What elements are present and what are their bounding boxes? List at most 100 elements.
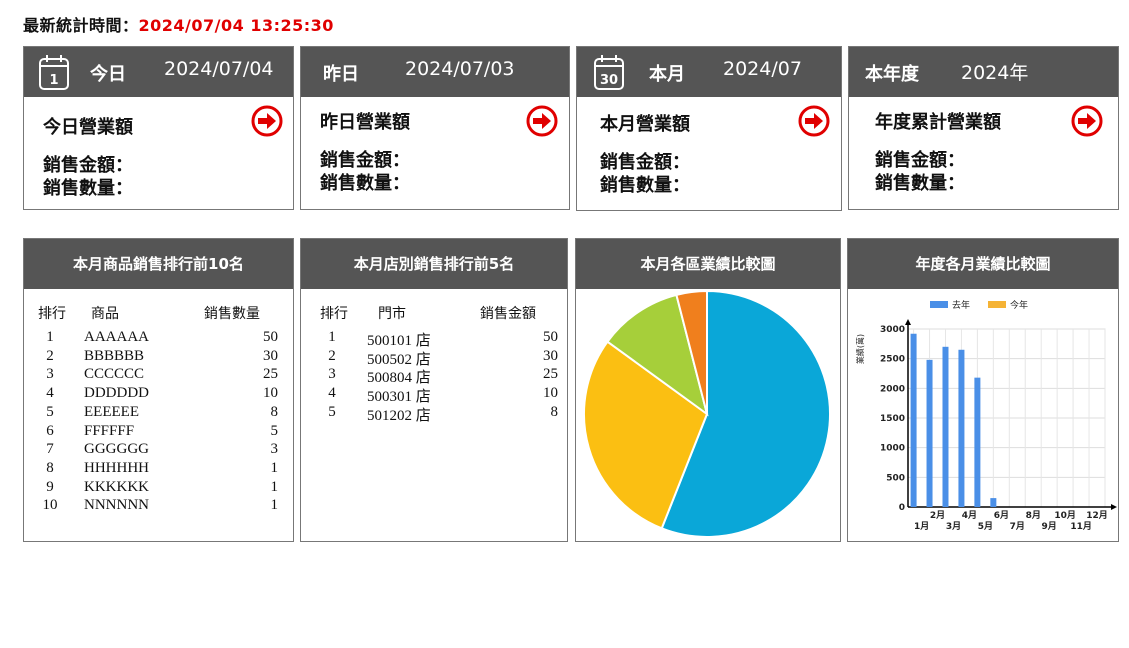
table-row: 10 NNNNNN 1 — [38, 497, 298, 516]
rank-cell: 3 — [328, 366, 336, 383]
svg-text:30: 30 — [600, 73, 618, 88]
amount-cell: 8 — [550, 403, 559, 420]
card-date: 2024/07 — [723, 58, 802, 80]
bar — [958, 349, 965, 507]
table-row: 9 KKKKKK 1 — [38, 479, 298, 498]
panel-title: 年度各月業績比較圖 — [848, 239, 1118, 289]
qty-cell: 1 — [270, 497, 279, 514]
panel-title: 本月各區業績比較圖 — [576, 239, 840, 289]
rank-cell: 2 — [328, 347, 336, 364]
rank-cell: 10 — [42, 497, 58, 514]
qty-cell: 50 — [263, 329, 278, 345]
x-tick-label: 9月 — [1042, 521, 1057, 532]
col-header-rank: 排行 — [320, 306, 348, 322]
product-rank-table: 排行 商品 銷售數量 1 AAAAAA 50 2 BBBBBB 30 3 CCCCCC 25 4 D… — [38, 303, 288, 533]
x-tick-label: 2月 — [930, 510, 945, 521]
product-cell: FFFFFF — [84, 422, 135, 439]
x-tick-label: 4月 — [962, 510, 977, 521]
card-title: 年度累計營業額 — [875, 112, 1001, 133]
card-label: 本年度 — [865, 64, 919, 85]
bar — [910, 333, 917, 507]
sales-qty-label: 銷售數量： — [320, 173, 410, 194]
table-row: 4 DDDDDD 10 — [38, 385, 298, 404]
qty-cell: 1 — [270, 459, 279, 476]
bar — [942, 346, 949, 507]
month-card: 30 本月 2024/07 本月營業額 銷售金額： 銷售數量： — [576, 46, 842, 211]
table-row: 7 GGGGGG 3 — [38, 441, 298, 460]
product-cell: DDDDDD — [84, 385, 149, 402]
col-header-rank: 排行 — [38, 306, 66, 322]
year-card: 本年度 2024年 年度累計營業額 銷售金額： 銷售數量： — [848, 46, 1119, 210]
product-cell: HHHHHH — [84, 459, 149, 476]
rank-cell: 4 — [46, 385, 54, 402]
card-header: 1 今日 2024/07/04 — [24, 47, 293, 97]
table-row: 1 AAAAAA 50 — [38, 329, 298, 348]
y-tick-label: 3000 — [880, 325, 905, 335]
x-tick-label: 8月 — [1026, 510, 1041, 521]
go-arrow-button[interactable] — [526, 105, 558, 137]
go-arrow-button[interactable] — [1071, 105, 1103, 137]
rank-cell: 1 — [46, 329, 54, 345]
product-cell: CCCCCC — [84, 366, 145, 383]
table-row: 6 FFFFFF 5 — [38, 423, 298, 442]
rank-cell: 6 — [46, 422, 54, 439]
calendar-icon: 1 — [39, 55, 69, 90]
product-cell: EEEEEE — [84, 403, 139, 420]
card-header: 30 本月 2024/07 — [577, 47, 841, 97]
card-header: 本年度 2024年 — [849, 47, 1118, 97]
calendar-icon: 30 — [594, 55, 624, 90]
x-tick-label: 6月 — [994, 510, 1009, 521]
card-label: 今日 — [90, 64, 126, 85]
table-row: 3 CCCCCC 25 — [38, 366, 298, 385]
store-rank-panel: 本月店別銷售排行前5名 排行 門市 銷售金額 1 500101 店 50 2 50050… — [300, 238, 568, 542]
bar — [926, 359, 933, 507]
legend-swatch — [988, 301, 1006, 308]
table-row: 3 500804 店 25 — [320, 366, 580, 386]
monthly-bar-chart: 0 500 1000 1500 2000 2500 3000 業績(萬) 1月2月3月4月5月6… — [855, 299, 1117, 532]
rank-cell: 4 — [328, 385, 336, 402]
rank-cell: 5 — [46, 403, 54, 420]
card-date: 2024/07/04 — [164, 58, 274, 80]
y-axis-label: 業績(萬) — [855, 334, 865, 364]
stat-line: 最新統計時間：2024/07/04 13:25:30 — [23, 12, 334, 36]
product-rank-panel: 本月商品銷售排行前10名 排行 商品 銷售數量 1 AAAAAA 50 2 BBBBBB… — [23, 238, 294, 542]
legend-label: 去年 — [952, 299, 970, 311]
rank-cell: 1 — [328, 329, 336, 345]
table-row: 2 BBBBBB 30 — [38, 348, 298, 367]
rank-cell: 2 — [46, 347, 54, 364]
rank-cell: 8 — [46, 459, 54, 476]
qty-cell: 1 — [270, 478, 279, 495]
rank-cell: 9 — [46, 478, 54, 495]
sales-qty-label: 銷售數量： — [43, 178, 133, 199]
go-arrow-button[interactable] — [798, 105, 830, 137]
store-cell: 501202 店 — [367, 407, 431, 424]
amount-cell: 50 — [543, 329, 558, 345]
card-title: 本月營業額 — [600, 114, 690, 135]
region-pie-chart — [583, 289, 831, 538]
col-header-store: 門市 — [378, 306, 406, 322]
panel-title: 本月商品銷售排行前10名 — [24, 239, 293, 289]
product-cell: AAAAAA — [84, 329, 149, 345]
y-tick-label: 0 — [899, 503, 905, 513]
col-header-amount: 銷售金額 — [480, 306, 536, 322]
amount-cell: 25 — [543, 366, 558, 383]
bar — [990, 498, 997, 507]
store-rank-table: 排行 門市 銷售金額 1 500101 店 50 2 500502 店 30 3 500804… — [320, 303, 560, 453]
qty-cell: 25 — [263, 366, 278, 383]
card-title: 今日營業額 — [43, 117, 133, 138]
card-date: 2024/07/03 — [405, 58, 515, 80]
qty-cell: 8 — [270, 403, 279, 420]
product-cell: NNNNNN — [84, 497, 149, 514]
table-row: 8 HHHHHH 1 — [38, 460, 298, 479]
amount-cell: 10 — [543, 385, 558, 402]
rank-cell: 7 — [46, 441, 54, 458]
go-arrow-button[interactable] — [251, 105, 283, 137]
region-pie-panel: 本月各區業績比較圖 — [575, 238, 841, 542]
table-row: 5 501202 店 8 — [320, 403, 580, 424]
qty-cell: 3 — [270, 441, 279, 458]
card-label: 本月 — [649, 64, 685, 85]
stat-label: 最新統計時間： — [23, 16, 139, 35]
x-tick-label: 1月 — [914, 521, 929, 532]
y-tick-label: 500 — [886, 473, 905, 483]
x-tick-label: 7月 — [1010, 521, 1025, 532]
